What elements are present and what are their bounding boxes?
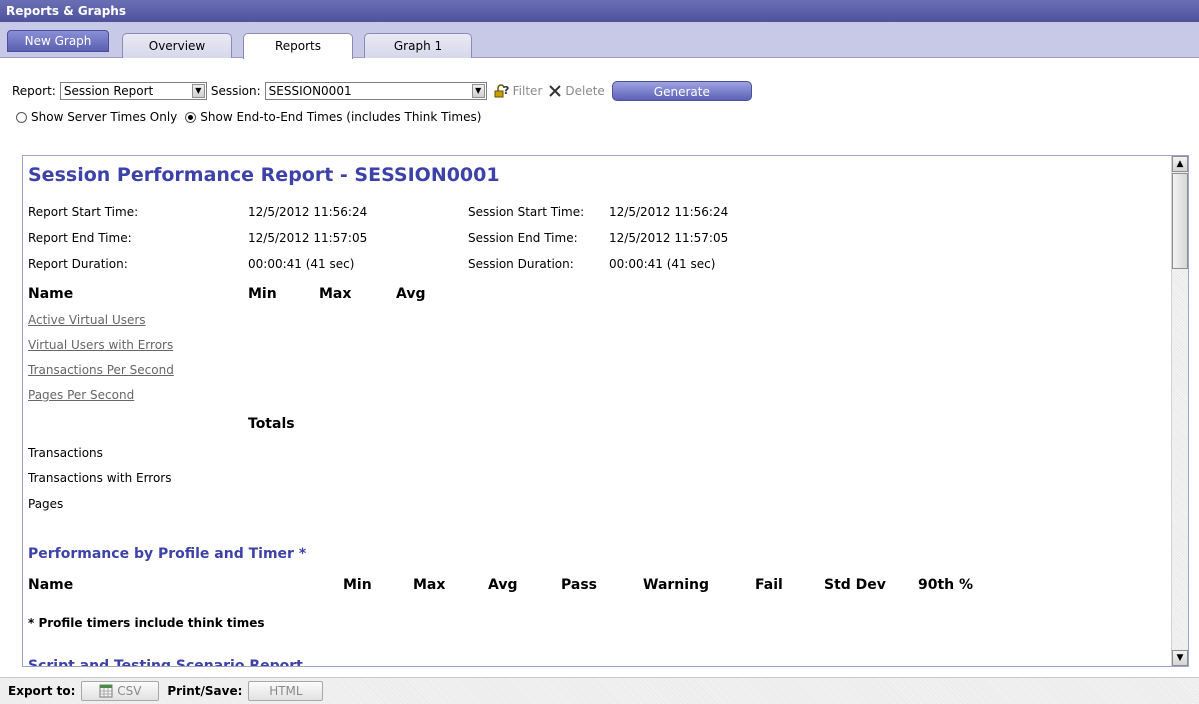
link-virtual-users-with-errors[interactable]: Virtual Users with Errors — [28, 338, 173, 352]
report-select-value: Session Report — [63, 84, 154, 98]
profile-header-warning: Warning — [643, 577, 710, 593]
window-title: Reports & Graphs — [0, 0, 1199, 22]
session-start-label: Session Start Time: — [468, 205, 585, 219]
tab-overview[interactable]: Overview — [122, 33, 232, 58]
generate-button[interactable]: Generate — [611, 81, 752, 101]
session-duration-label: Session Duration: — [468, 257, 574, 271]
report-view[interactable]: Session Performance Report - SESSION0001… — [22, 155, 1189, 667]
report-duration-label: Report Duration: — [28, 257, 128, 271]
chevron-down-icon[interactable]: ▼ — [471, 84, 485, 98]
link-active-virtual-users[interactable]: Active Virtual Users — [28, 313, 146, 327]
totals-header: Totals — [248, 416, 295, 432]
link-transactions-per-second[interactable]: Transactions Per Second — [28, 363, 174, 377]
radio-end-to-end-times[interactable] — [185, 111, 197, 123]
radio-server-times[interactable] — [16, 111, 27, 123]
session-select-value: SESSION0001 — [268, 84, 352, 98]
totals-row: Transactions with Errors — [28, 471, 172, 485]
report-start-value: 12/5/2012 11:56:24 — [248, 205, 368, 219]
session-duration-value: 00:00:41 (41 sec) — [609, 257, 716, 271]
scrollbar-thumb[interactable] — [1172, 173, 1188, 269]
export-csv-label: CSV — [117, 684, 142, 698]
chevron-down-icon[interactable]: ▼ — [191, 84, 205, 98]
export-label: Export to: — [8, 684, 76, 698]
session-select[interactable]: SESSION0001 ▼ — [264, 82, 487, 100]
report-duration-value: 00:00:41 (41 sec) — [248, 257, 355, 271]
stats-header-name: Name — [28, 286, 74, 302]
radio-end-to-end-label: Show End-to-End Times (includes Think Ti… — [200, 110, 482, 124]
filter-label: Filter — [512, 84, 543, 98]
report-title: Session Performance Report - SESSION0001 — [28, 164, 500, 186]
stats-header-max: Max — [319, 286, 352, 302]
print-save-label: Print/Save: — [167, 684, 243, 698]
print-html-button[interactable]: HTML — [248, 681, 324, 701]
stats-header-avg: Avg — [396, 286, 426, 302]
export-bar: Export to: CSV Print/Save: HTML — [0, 677, 1199, 704]
report-toolbar: Report: Session Report ▼ Session: SESSIO… — [0, 58, 1199, 148]
filter-button[interactable]: ? Filter — [493, 82, 543, 100]
report-end-label: Report End Time: — [28, 231, 132, 245]
radio-server-times-label: Show Server Times Only — [31, 110, 178, 124]
report-label: Report: — [12, 84, 56, 98]
close-icon — [549, 85, 562, 97]
profile-header-fail: Fail — [755, 577, 783, 593]
profile-header-max: Max — [413, 577, 446, 593]
session-start-value: 12/5/2012 11:56:24 — [609, 205, 729, 219]
scroll-up-icon[interactable]: ▲ — [1172, 156, 1188, 172]
tab-graph-1[interactable]: Graph 1 — [364, 33, 472, 58]
profile-header-name: Name — [28, 577, 74, 593]
report-start-label: Report Start Time: — [28, 205, 139, 219]
report-end-value: 12/5/2012 11:57:05 — [248, 231, 368, 245]
delete-button[interactable]: Delete — [548, 84, 605, 98]
delete-label: Delete — [565, 84, 605, 98]
stats-header-min: Min — [248, 286, 277, 302]
report-scrollbar[interactable]: ▲ ▼ — [1171, 156, 1188, 666]
profile-header-90th: 90th % — [918, 577, 974, 593]
tab-bar: New Graph Overview Reports Graph 1 — [0, 22, 1199, 59]
spreadsheet-icon — [99, 684, 113, 698]
tab-reports[interactable]: Reports — [243, 33, 353, 59]
totals-row: Transactions — [28, 446, 103, 460]
filter-icon: ? — [494, 84, 509, 98]
profile-header-min: Min — [343, 577, 372, 593]
session-end-value: 12/5/2012 11:57:05 — [609, 231, 729, 245]
print-html-label: HTML — [269, 684, 303, 698]
profile-footnote: * Profile timers include think times — [28, 616, 265, 630]
profile-header-std-dev: Std Dev — [824, 577, 886, 593]
profile-header-avg: Avg — [488, 577, 518, 593]
report-select[interactable]: Session Report ▼ — [59, 82, 207, 100]
profile-header-pass: Pass — [561, 577, 597, 593]
svg-text:?: ? — [503, 84, 509, 97]
session-end-label: Session End Time: — [468, 231, 578, 245]
export-csv-button[interactable]: CSV — [81, 681, 160, 701]
totals-row: Pages — [28, 497, 64, 511]
scroll-down-icon[interactable]: ▼ — [1172, 650, 1188, 666]
link-pages-per-second[interactable]: Pages Per Second — [28, 388, 134, 402]
session-label: Session: — [210, 84, 261, 98]
new-graph-button[interactable]: New Graph — [7, 30, 109, 52]
next-section-title: Script and Testing Scenario Report — [28, 658, 303, 667]
profile-section-title: Performance by Profile and Timer * — [28, 546, 307, 562]
